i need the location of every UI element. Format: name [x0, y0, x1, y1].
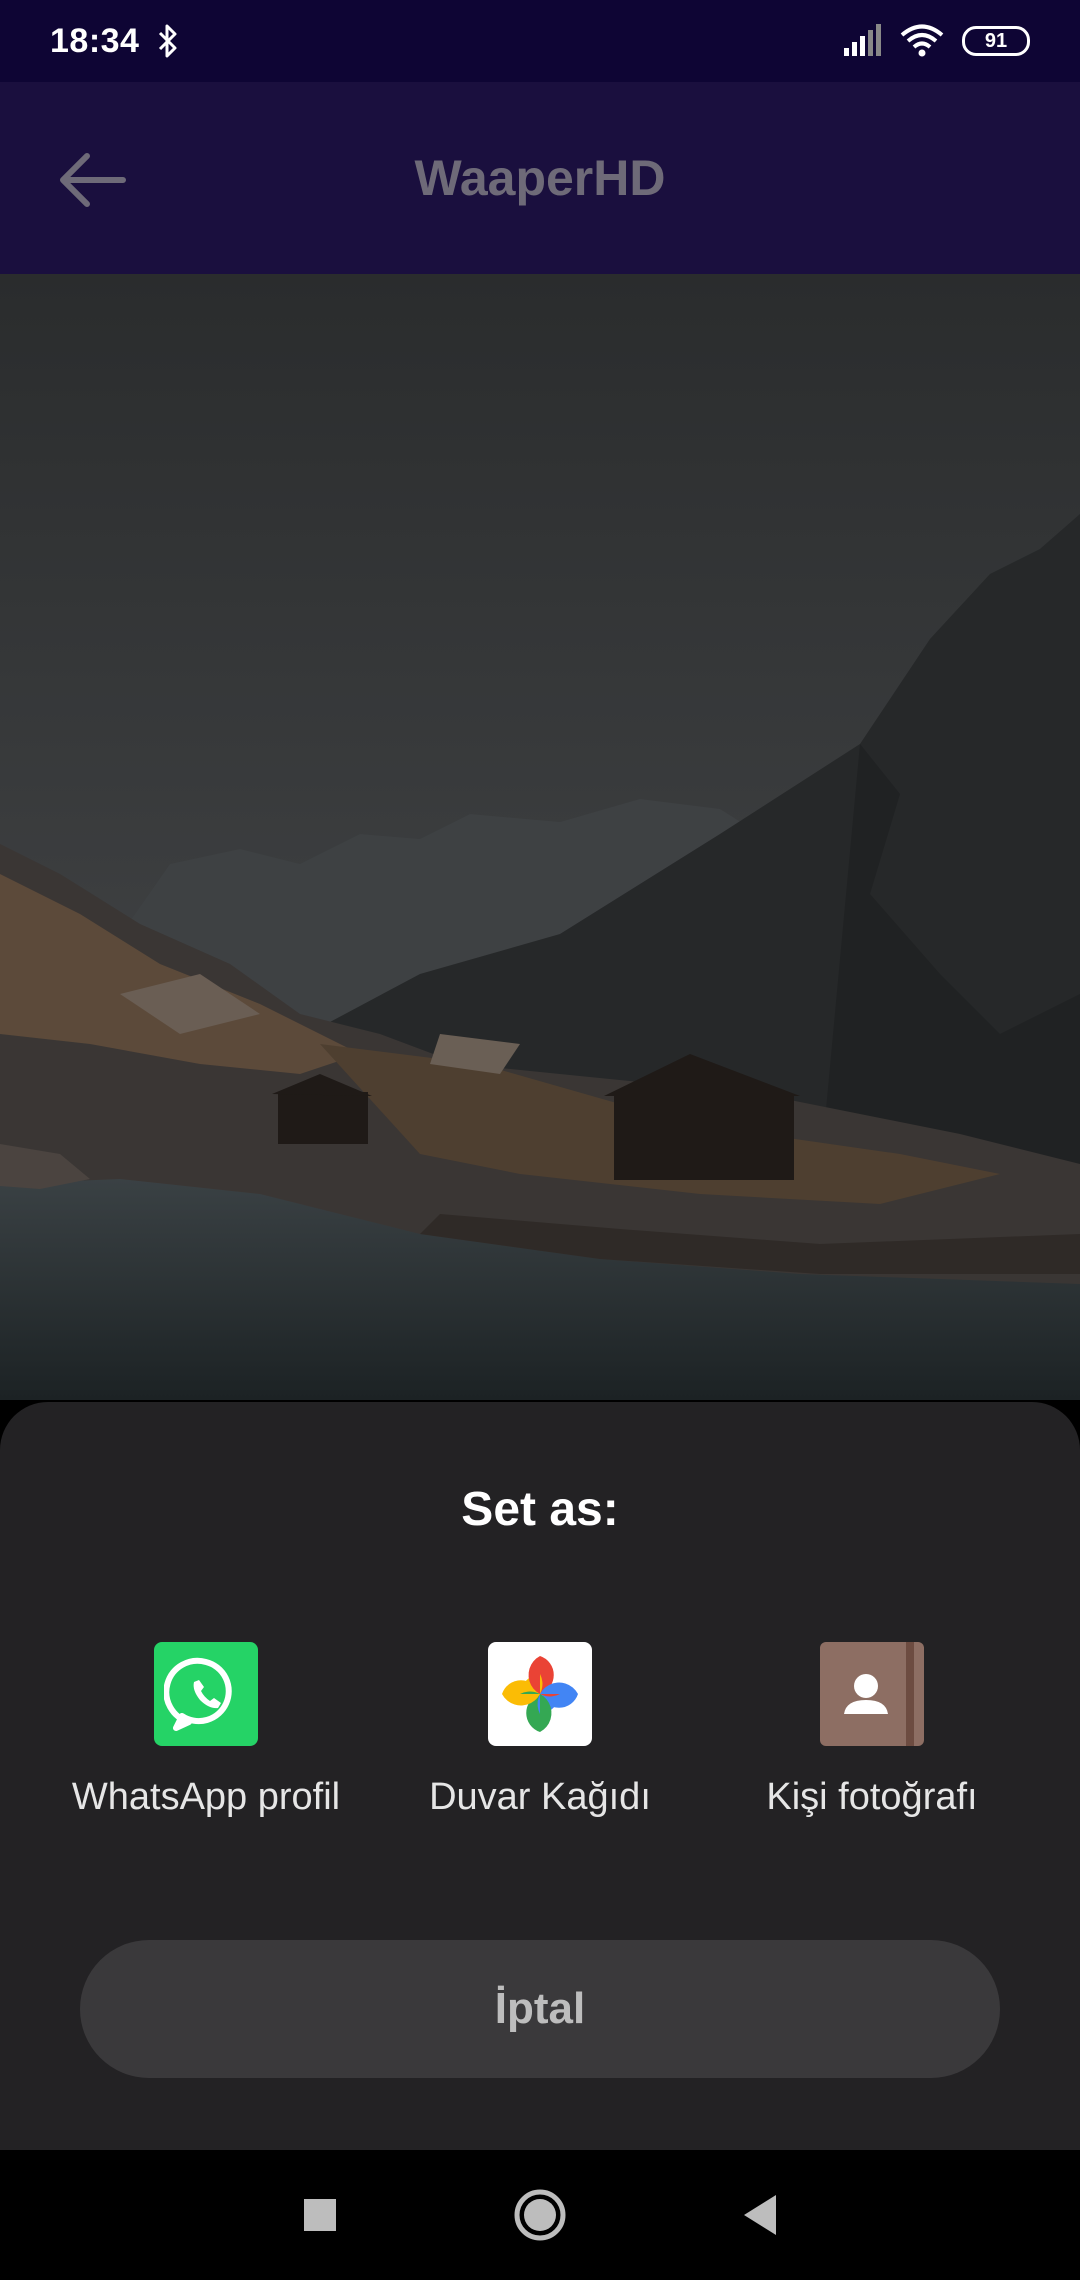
app-label-whatsapp: WhatsApp profil [71, 1776, 341, 1818]
signal-icon [844, 24, 881, 56]
home-button[interactable] [505, 2180, 575, 2250]
wifi-icon [900, 24, 944, 57]
bluetooth-icon [159, 24, 177, 58]
navigation-bar [0, 2150, 1080, 2280]
app-label-contact-photo: Kişi fotoğrafı [766, 1776, 978, 1818]
battery-icon: 91 [962, 26, 1030, 56]
arrow-left-icon [60, 153, 126, 207]
back-triangle-icon [744, 2195, 776, 2235]
back-button[interactable] [52, 140, 132, 220]
cancel-button[interactable]: İptal [80, 1940, 1000, 2078]
status-bar: 18:34 91 [0, 0, 1080, 82]
battery-level: 91 [984, 29, 1008, 52]
recents-square-icon [304, 2199, 336, 2231]
set-as-sheet: Set as: WhatsApp profil Duvar Kağıdı Kiş… [0, 1402, 1080, 2150]
google-photos-icon [488, 1642, 592, 1746]
sheet-title: Set as: [461, 1483, 619, 1536]
whatsapp-icon [154, 1642, 258, 1746]
back-nav-button[interactable] [725, 2180, 795, 2250]
app-title: WaaperHD [414, 150, 666, 206]
app-option-contact-photo[interactable]: Kişi fotoğrafı [722, 1642, 1022, 1820]
recents-button[interactable] [285, 2180, 355, 2250]
app-bar: WaaperHD [0, 82, 1080, 274]
contacts-icon [820, 1642, 924, 1746]
app-option-wallpaper[interactable]: Duvar Kağıdı [390, 1642, 690, 1820]
home-circle-icon [514, 2189, 566, 2241]
app-option-whatsapp[interactable]: WhatsApp profil [56, 1642, 356, 1820]
status-time: 18:34 [50, 21, 140, 60]
status-icons: 91 [842, 24, 1030, 58]
app-label-wallpaper: Duvar Kağıdı [429, 1776, 651, 1818]
wallpaper-preview [0, 274, 1080, 1400]
